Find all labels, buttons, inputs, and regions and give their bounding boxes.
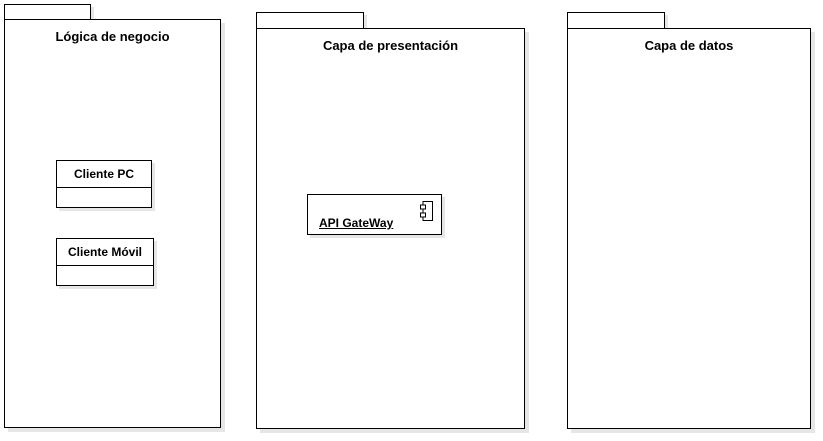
package-capa-de-datos: Capa de datos [0, 0, 823, 441]
package-tab [567, 12, 665, 29]
package-body: Capa de datos [567, 28, 811, 429]
package-title: Capa de datos [644, 38, 734, 53]
